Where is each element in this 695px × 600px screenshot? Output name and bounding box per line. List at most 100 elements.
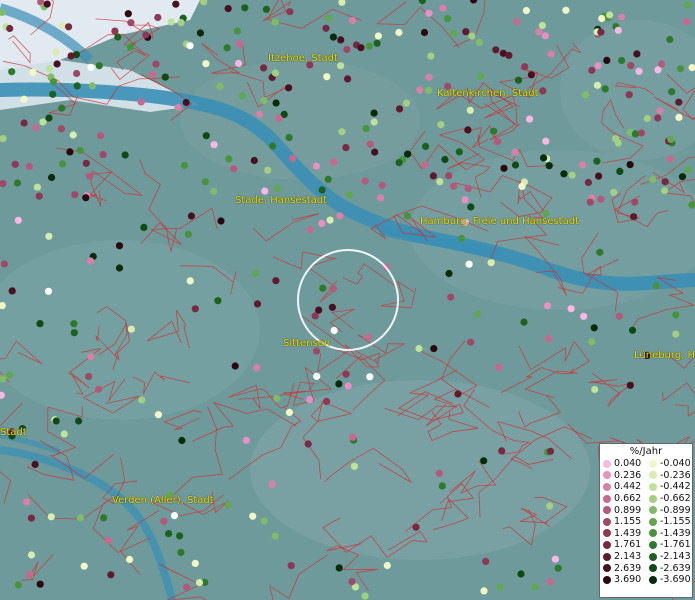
measurement-point[interactable] bbox=[326, 216, 334, 224]
measurement-point[interactable] bbox=[23, 498, 31, 506]
measurement-point[interactable] bbox=[586, 198, 594, 206]
measurement-point[interactable] bbox=[70, 329, 78, 337]
measurement-point[interactable] bbox=[191, 305, 199, 313]
measurement-point[interactable] bbox=[526, 115, 534, 123]
measurement-point[interactable] bbox=[521, 63, 529, 71]
measurement-point[interactable] bbox=[272, 99, 280, 107]
measurement-point[interactable] bbox=[6, 24, 14, 33]
measurement-point[interactable] bbox=[36, 580, 44, 588]
measurement-point[interactable] bbox=[596, 248, 604, 256]
measurement-point[interactable] bbox=[115, 264, 124, 272]
measurement-point[interactable] bbox=[127, 325, 135, 333]
measurement-point[interactable] bbox=[588, 338, 596, 346]
measurement-point[interactable] bbox=[271, 18, 279, 26]
measurement-point[interactable] bbox=[20, 119, 28, 127]
measurement-point[interactable] bbox=[87, 63, 95, 71]
measurement-point[interactable] bbox=[126, 43, 135, 51]
measurement-point[interactable] bbox=[8, 287, 16, 295]
measurement-point[interactable] bbox=[361, 177, 369, 185]
measurement-point[interactable] bbox=[593, 81, 602, 89]
measurement-point[interactable] bbox=[480, 587, 488, 595]
measurement-point[interactable] bbox=[610, 188, 618, 196]
measurement-point[interactable] bbox=[329, 33, 337, 41]
measurement-point[interactable] bbox=[511, 148, 519, 156]
measurement-point[interactable] bbox=[95, 62, 103, 70]
measurement-point[interactable] bbox=[127, 19, 135, 27]
measurement-point[interactable] bbox=[87, 257, 95, 265]
measurement-point[interactable] bbox=[306, 226, 314, 234]
measurement-point[interactable] bbox=[323, 73, 331, 81]
measurement-point[interactable] bbox=[67, 52, 75, 60]
measurement-point[interactable] bbox=[580, 312, 588, 320]
measurement-point[interactable] bbox=[225, 155, 233, 163]
measurement-point[interactable] bbox=[180, 161, 189, 170]
measurement-point[interactable] bbox=[447, 293, 455, 301]
measurement-point[interactable] bbox=[260, 96, 268, 105]
measurement-point[interactable] bbox=[438, 482, 446, 490]
measurement-point[interactable] bbox=[348, 578, 356, 586]
measurement-point[interactable] bbox=[216, 82, 224, 90]
measurement-point[interactable] bbox=[195, 579, 204, 587]
measurement-point[interactable] bbox=[82, 159, 90, 167]
measurement-point[interactable] bbox=[464, 126, 472, 134]
measurement-point[interactable] bbox=[594, 62, 602, 70]
measurement-point[interactable] bbox=[262, 5, 270, 13]
measurement-point[interactable] bbox=[315, 306, 323, 314]
measurement-point[interactable] bbox=[517, 570, 525, 578]
measurement-point[interactable] bbox=[342, 370, 350, 378]
measurement-point[interactable] bbox=[654, 114, 662, 122]
measurement-point[interactable] bbox=[511, 161, 520, 169]
measurement-point[interactable] bbox=[672, 330, 680, 338]
measurement-point[interactable] bbox=[462, 28, 470, 36]
measurement-point[interactable] bbox=[628, 326, 637, 334]
measurement-point[interactable] bbox=[99, 151, 107, 159]
measurement-point[interactable] bbox=[626, 381, 634, 389]
measurement-point[interactable] bbox=[174, 103, 182, 111]
measurement-point[interactable] bbox=[306, 396, 314, 404]
measurement-point[interactable] bbox=[8, 68, 16, 76]
measurement-point[interactable] bbox=[567, 305, 575, 313]
measurement-point[interactable] bbox=[328, 303, 336, 311]
measurement-point[interactable] bbox=[450, 182, 458, 190]
measurement-point[interactable] bbox=[376, 194, 385, 202]
measurement-point[interactable] bbox=[324, 175, 332, 183]
measurement-point[interactable] bbox=[661, 178, 669, 186]
measurement-point[interactable] bbox=[275, 114, 283, 122]
measurement-point[interactable] bbox=[66, 148, 74, 156]
measurement-point[interactable] bbox=[337, 36, 345, 44]
measurement-point[interactable] bbox=[58, 104, 66, 112]
measurement-point[interactable] bbox=[449, 29, 458, 38]
measurement-point[interactable] bbox=[182, 98, 190, 107]
measurement-point[interactable] bbox=[422, 142, 430, 150]
measurement-point[interactable] bbox=[514, 76, 523, 84]
measurement-point[interactable] bbox=[344, 75, 352, 83]
measurement-point[interactable] bbox=[124, 10, 132, 18]
measurement-point[interactable] bbox=[513, 17, 521, 26]
measurement-point[interactable] bbox=[466, 106, 474, 114]
measurement-point[interactable] bbox=[545, 162, 553, 170]
measurement-point[interactable] bbox=[361, 592, 369, 600]
measurement-point[interactable] bbox=[370, 118, 378, 126]
measurement-point[interactable] bbox=[196, 29, 204, 37]
measurement-point[interactable] bbox=[52, 48, 60, 56]
measurement-point[interactable] bbox=[304, 440, 312, 448]
measurement-point[interactable] bbox=[273, 184, 282, 193]
measurement-point[interactable] bbox=[544, 302, 552, 310]
measurement-point[interactable] bbox=[337, 62, 345, 70]
measurement-point[interactable] bbox=[80, 562, 88, 570]
measurement-point[interactable] bbox=[39, 118, 47, 126]
measurement-point[interactable] bbox=[161, 73, 169, 81]
measurement-point[interactable] bbox=[70, 320, 78, 328]
measurement-point[interactable] bbox=[286, 8, 294, 16]
measurement-point[interactable] bbox=[403, 212, 411, 220]
measurement-point[interactable] bbox=[342, 144, 350, 152]
measurement-point[interactable] bbox=[338, 128, 346, 136]
measurement-point[interactable] bbox=[88, 82, 96, 90]
measurement-point[interactable] bbox=[520, 318, 528, 326]
measurement-point[interactable] bbox=[36, 320, 44, 328]
measurement-point[interactable] bbox=[597, 28, 605, 36]
measurement-point[interactable] bbox=[255, 110, 264, 118]
measurement-point[interactable] bbox=[126, 555, 134, 564]
measurement-point[interactable] bbox=[138, 396, 146, 404]
measurement-point[interactable] bbox=[364, 333, 372, 341]
